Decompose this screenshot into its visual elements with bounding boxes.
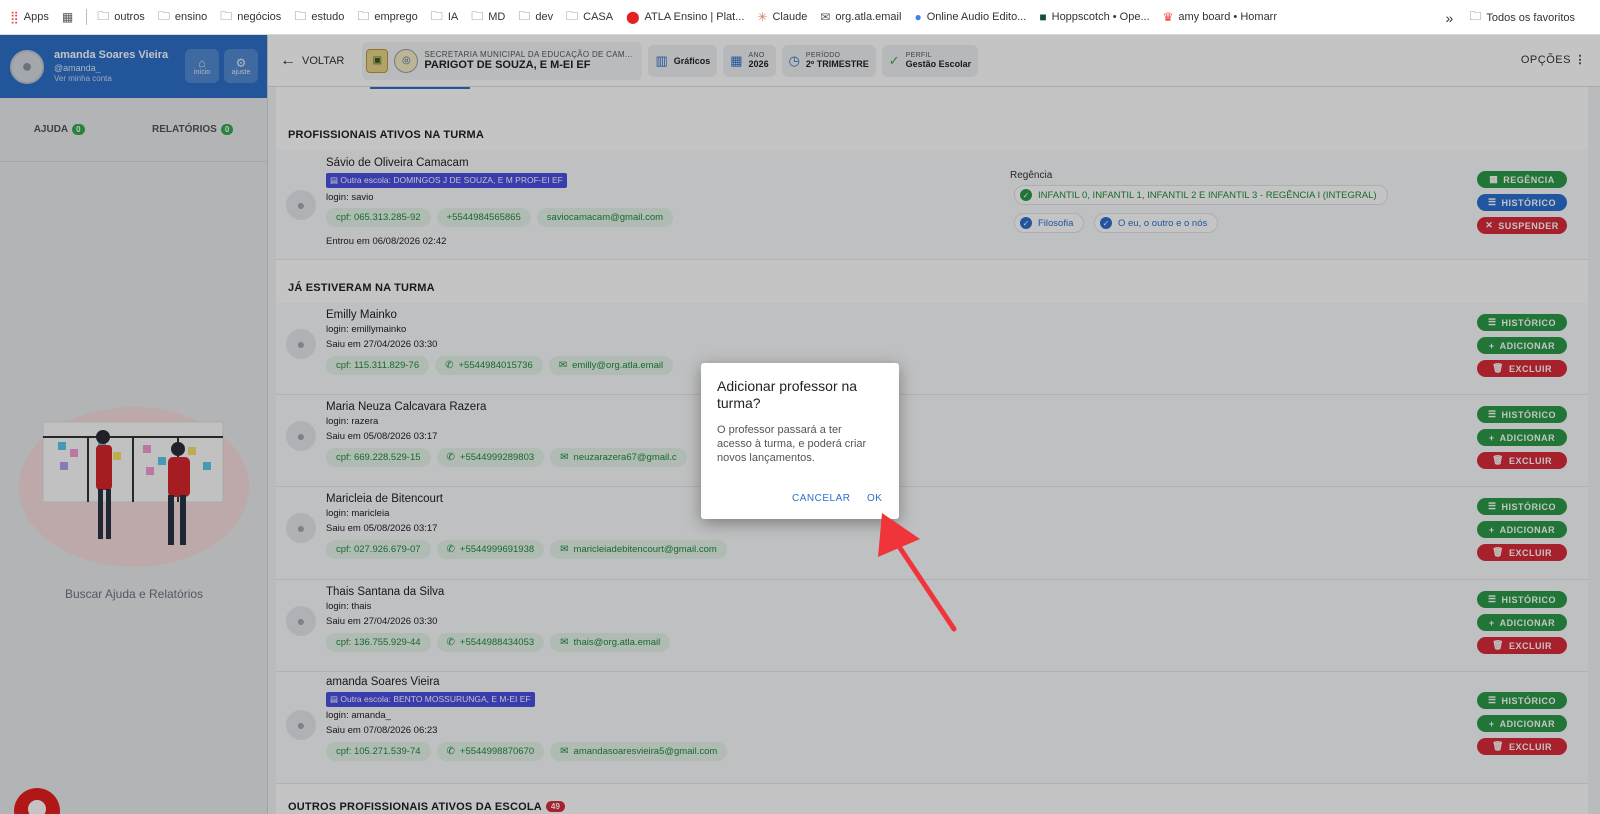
hoppscotch-logo-icon: ■ [1039, 10, 1047, 24]
claude-logo-icon: ✳ [757, 10, 768, 24]
bookmark-hoppscotch[interactable]: ■ Hoppscotch • Ope... [1039, 10, 1149, 24]
bookmark-negocios[interactable]: 🗀 negócios [220, 7, 281, 28]
all-bookmarks-button[interactable]: 🗀 Todos os favoritos [1469, 7, 1575, 28]
bookmark-audio[interactable]: ● Online Audio Edito... [914, 10, 1026, 24]
apps-grid-icon: ⣿ [10, 10, 19, 24]
dialog-title: Adicionar professor na turma? [717, 378, 858, 411]
bookmark-homarr[interactable]: ♛ amy board • Homarr [1163, 10, 1277, 24]
folder-icon: 🗀 [220, 8, 233, 23]
bookmark-dev[interactable]: 🗀 dev [518, 7, 553, 28]
bookmark-claude[interactable]: ✳ Claude [757, 10, 807, 24]
bookmarks-bar: ⣿ Apps ▦ 🗀 outros 🗀 ensino 🗀 negócios 🗀 estud… [0, 0, 1600, 35]
folder-icon: 🗀 [357, 8, 370, 23]
apps-bookmark[interactable]: ⣿ Apps [10, 10, 49, 24]
bookmark-emprego[interactable]: 🗀 emprego [357, 7, 417, 28]
red-arrow-annotation [878, 513, 957, 632]
cancel-button[interactable]: CANCELAR [792, 493, 850, 504]
bookmark-outros[interactable]: 🗀 outros [97, 7, 145, 28]
bookmark-estudo[interactable]: 🗀 estudo [294, 7, 344, 28]
ok-button[interactable]: OK [867, 493, 882, 504]
folder-icon: 🗀 [97, 8, 110, 23]
confirm-dialog: Adicionar professor na turma? O professo… [701, 363, 899, 519]
folder-icon: 🗀 [294, 8, 307, 23]
homarr-logo-icon: ♛ [1162, 10, 1174, 24]
audio-logo-icon: ● [914, 10, 922, 24]
folder-icon: 🗀 [566, 8, 579, 23]
dialog-body: O professor passará a ter acesso à turma… [717, 424, 867, 464]
grid-icon: ▦ [61, 10, 74, 24]
bookmark-casa[interactable]: 🗀 CASA [566, 7, 613, 28]
folder-icon: 🗀 [430, 8, 443, 23]
bookmark-ia[interactable]: 🗀 IA [431, 7, 458, 28]
folder-icon: 🗀 [1469, 9, 1482, 23]
folder-icon: 🗀 [157, 8, 170, 23]
more-bookmarks-button[interactable]: » [1446, 10, 1454, 26]
atla-logo-icon: ⬤ [626, 10, 640, 24]
bookmark-ensino[interactable]: 🗀 ensino [158, 7, 207, 28]
grid-icon-button[interactable]: ▦ [62, 10, 73, 24]
divider [86, 9, 88, 25]
folder-icon: 🗀 [518, 8, 531, 23]
bookmark-atla[interactable]: ⬤ ATLA Ensino | Plat... [626, 10, 744, 24]
bookmark-md[interactable]: 🗀 MD [471, 7, 505, 28]
mail-icon: ✉ [820, 10, 831, 24]
bookmark-email[interactable]: ✉ org.atla.email [820, 10, 901, 24]
folder-icon: 🗀 [471, 8, 484, 23]
